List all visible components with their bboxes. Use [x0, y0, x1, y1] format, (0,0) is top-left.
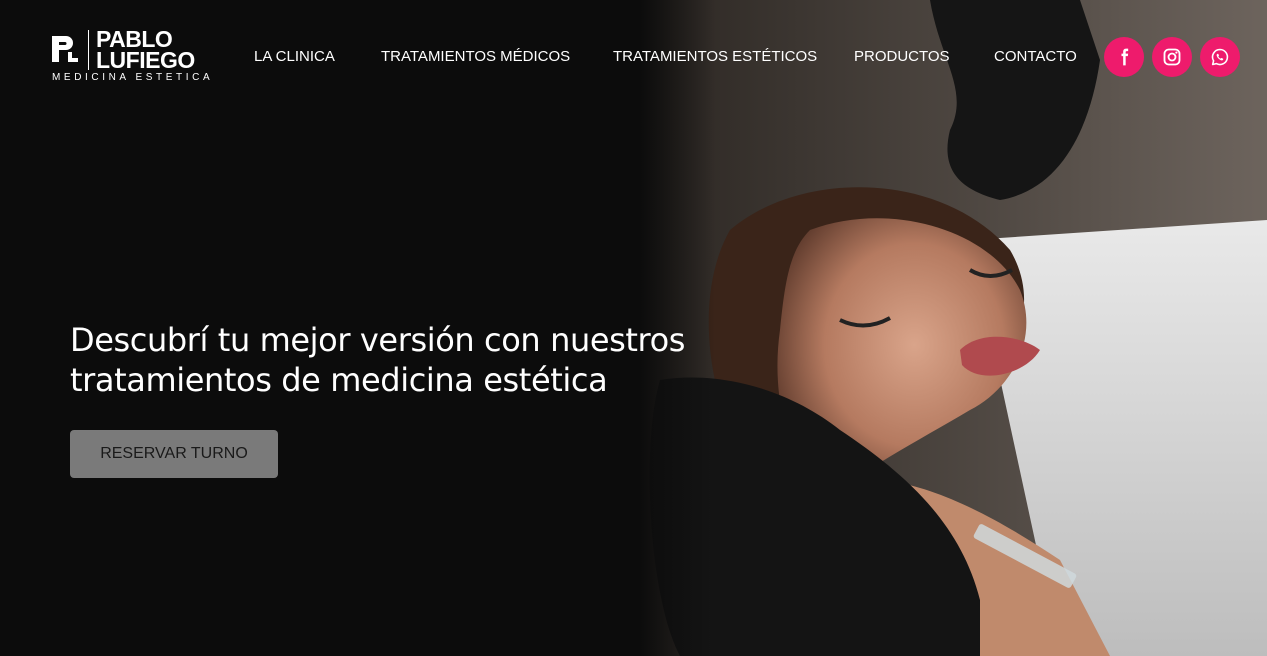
facebook-icon [1121, 48, 1129, 66]
whatsapp-button[interactable] [1200, 37, 1240, 77]
monogram-logo-icon [52, 36, 78, 62]
hero-headline: Descubrí tu mejor versión con nuestros t… [70, 320, 690, 400]
instagram-icon [1163, 48, 1181, 66]
instagram-button[interactable] [1152, 37, 1192, 77]
brand-subtitle: MEDICINA ESTETICA [52, 72, 214, 83]
nav-item-productos[interactable]: PRODUCTOS [854, 48, 950, 65]
nav-item-tratamientos-esteticos[interactable]: TRATAMIENTOS ESTÉTICOS [613, 48, 817, 65]
brand-logo[interactable]: PABLO LUFIEGO MEDICINA ESTETICA [50, 28, 225, 86]
brand-name: PABLO LUFIEGO [96, 28, 195, 73]
logo-divider [88, 30, 89, 70]
brand-name-line2: LUFIEGO [96, 47, 195, 73]
nav-item-la-clinica[interactable]: LA CLINICA [254, 48, 335, 65]
reservar-turno-button[interactable]: RESERVAR TURNO [70, 430, 278, 478]
nav-item-tratamientos-medicos[interactable]: TRATAMIENTOS MÉDICOS [381, 48, 570, 65]
hero-headline-line2: tratamientos de medicina estética [70, 361, 608, 399]
facebook-button[interactable] [1104, 37, 1144, 77]
hero-headline-line1: Descubrí tu mejor versión con nuestros [70, 321, 686, 359]
site-header: PABLO LUFIEGO MEDICINA ESTETICA LA CLINI… [0, 0, 1267, 115]
nav-item-contacto[interactable]: CONTACTO [994, 48, 1077, 65]
whatsapp-icon [1211, 48, 1229, 66]
